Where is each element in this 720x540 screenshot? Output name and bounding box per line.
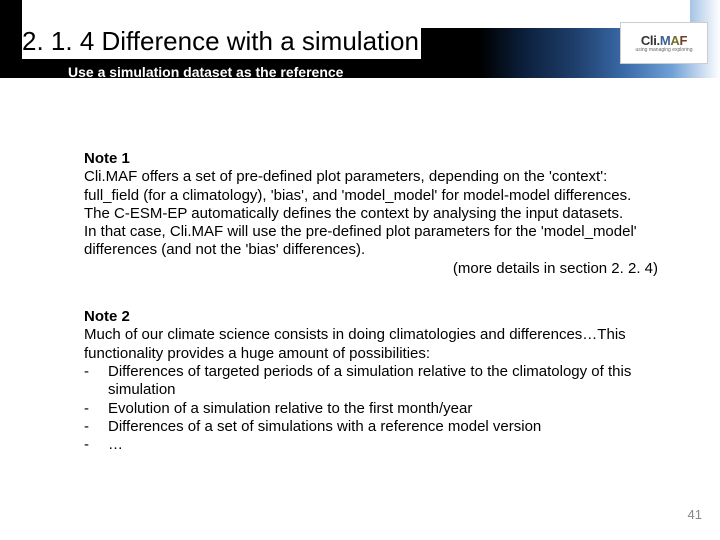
note-1-paragraph-2: In that case, Cli.MAF will use the pre-d… <box>84 223 660 260</box>
slide-title: 2. 1. 4 Difference with a simulation <box>22 26 421 59</box>
logo-cli: Cli. <box>641 33 660 48</box>
note-2-intro: Much of our climate science consists in … <box>84 326 660 363</box>
bullet-text: Differences of targeted periods of a sim… <box>108 363 660 400</box>
list-item: -Differences of targeted periods of a si… <box>84 363 660 400</box>
slide-header: 2. 1. 4 Difference with a simulation Use… <box>0 0 720 78</box>
logo-text: Cli.MAF <box>641 33 687 48</box>
list-item: -Evolution of a simulation relative to t… <box>84 400 660 418</box>
note-2-bullet-list: -Differences of targeted periods of a si… <box>84 363 660 454</box>
page-number: 41 <box>688 507 702 522</box>
list-item: -… <box>84 436 660 454</box>
slide-subtitle: Use a simulation dataset as the referenc… <box>68 64 343 80</box>
logo-a: A <box>670 33 679 48</box>
dash-icon: - <box>84 400 108 418</box>
climaf-logo: Cli.MAF using managing exploring <box>620 22 708 64</box>
slide-body: Note 1 Cli.MAF offers a set of pre-defin… <box>84 150 660 484</box>
title-background <box>22 0 690 28</box>
dash-icon: - <box>84 418 108 436</box>
bullet-text: Differences of a set of simulations with… <box>108 418 660 436</box>
bullet-text: … <box>108 436 660 454</box>
dash-icon: - <box>84 436 108 454</box>
logo-f: F <box>680 33 688 48</box>
note-2-block: Note 2 Much of our climate science consi… <box>84 308 660 454</box>
list-item: -Differences of a set of simulations wit… <box>84 418 660 436</box>
bullet-text: Evolution of a simulation relative to th… <box>108 400 660 418</box>
logo-tagline: using managing exploring <box>636 47 693 53</box>
note-2-heading: Note 2 <box>84 308 660 326</box>
note-1-block: Note 1 Cli.MAF offers a set of pre-defin… <box>84 150 660 278</box>
note-1-heading: Note 1 <box>84 150 660 168</box>
slide: 2. 1. 4 Difference with a simulation Use… <box>0 0 720 540</box>
logo-m: M <box>660 33 671 48</box>
dash-icon: - <box>84 363 108 400</box>
note-1-paragraph-1: Cli.MAF offers a set of pre-defined plot… <box>84 168 660 223</box>
note-1-more-details: (more details in section 2. 2. 4) <box>84 260 660 278</box>
